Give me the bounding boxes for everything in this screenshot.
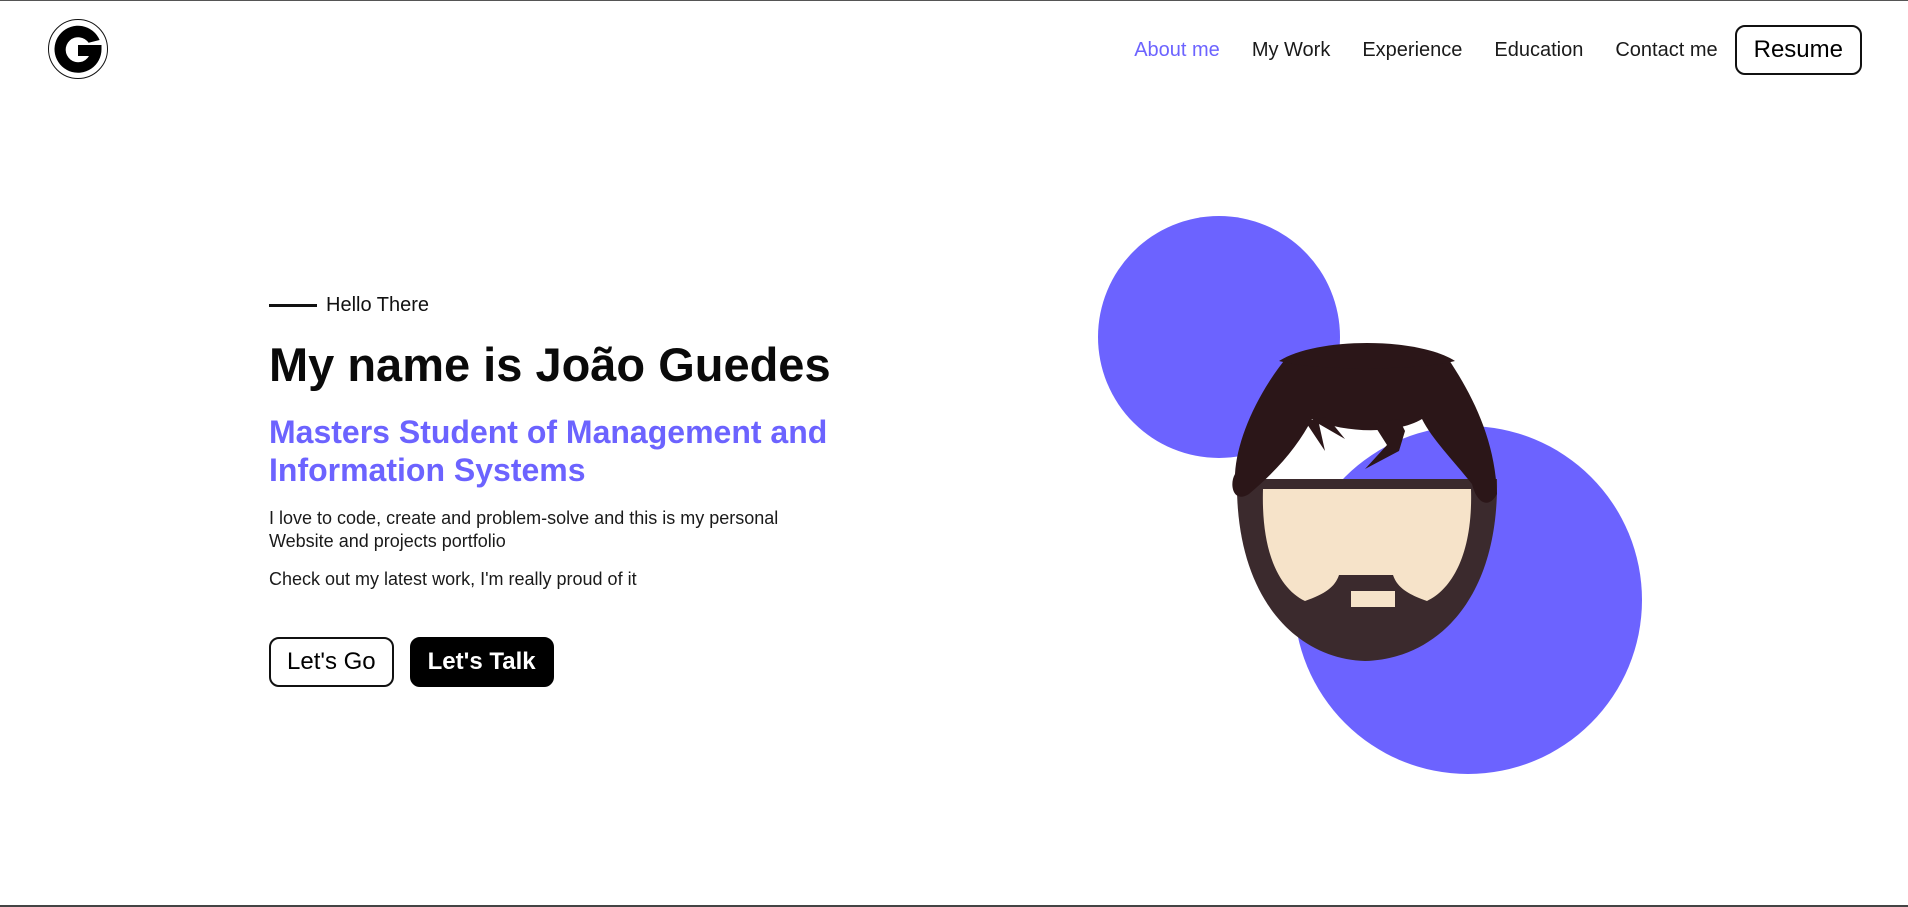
- greeting-line-divider: [269, 303, 317, 307]
- g-logo-icon[interactable]: [47, 18, 109, 80]
- lets-talk-button[interactable]: Let's Talk: [409, 637, 554, 687]
- greeting: Hello There: [269, 291, 889, 319]
- hero-section: Hello There My name is João Guedes Maste…: [269, 291, 889, 687]
- lets-go-button[interactable]: Let's Go: [269, 637, 394, 687]
- nav-my-work[interactable]: My Work: [1252, 39, 1331, 62]
- hero-buttons: Let's Go Let's Talk: [269, 637, 889, 687]
- greeting-text: Hello There: [326, 293, 430, 316]
- bearded-man-avatar-icon: [1227, 339, 1507, 669]
- nav-about-me[interactable]: About me: [1134, 39, 1220, 62]
- nav-contact-me[interactable]: Contact me: [1615, 39, 1717, 62]
- nav-education[interactable]: Education: [1494, 39, 1583, 62]
- hero-illustration: [1090, 206, 1650, 786]
- main-nav: About me My Work Experience Education Co…: [1134, 25, 1862, 75]
- hero-description: I love to code, create and problem-solve…: [269, 508, 779, 551]
- page: About me My Work Experience Education Co…: [0, 0, 1908, 907]
- hero-description-secondary: Check out my latest work, I'm really pro…: [269, 569, 637, 589]
- hero-subtitle: Masters Student of Management and Inform…: [269, 414, 828, 488]
- hero-headline: My name is João Guedes: [269, 338, 831, 391]
- resume-button[interactable]: Resume: [1734, 25, 1862, 75]
- nav-experience[interactable]: Experience: [1362, 39, 1462, 62]
